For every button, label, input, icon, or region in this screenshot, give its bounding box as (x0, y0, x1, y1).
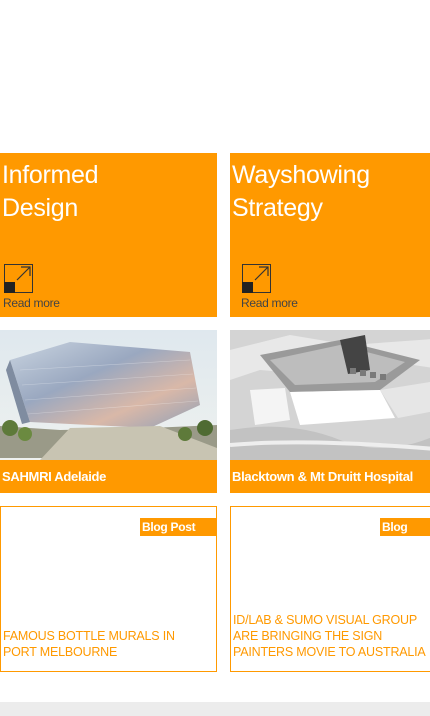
blog-title-line: PAINTERS MOVIE TO AUSTRALIA (233, 645, 426, 659)
blog-post-title[interactable]: ID/LAB & SUMO VISUAL GROUP ARE BRINGING … (233, 612, 430, 660)
read-more-link[interactable]: Read more (241, 296, 298, 310)
tile-title: Informed Design (2, 161, 99, 222)
blog-title-line: ID/LAB & SUMO VISUAL GROUP (233, 613, 417, 627)
project-label[interactable]: Blacktown & Mt Druitt Hospital (230, 460, 430, 493)
project-image-sahmri[interactable] (0, 330, 217, 460)
footer-bar (0, 702, 430, 716)
blog-title-line: PORT MELBOURNE (3, 645, 118, 659)
read-more-link[interactable]: Read more (3, 296, 60, 310)
expand-arrow-icon[interactable] (242, 264, 272, 294)
blog-card[interactable]: Blog Post ID/LAB & SUMO VISUAL GROUP ARE… (230, 506, 430, 672)
blog-card[interactable]: Blog Post FAMOUS BOTTLE MURALS IN PORT M… (0, 506, 217, 672)
tile-title: Wayshowing Strategy (232, 161, 370, 222)
blog-title-line: ARE BRINGING THE SIGN (233, 629, 383, 643)
blog-post-badge: Blog Post (140, 518, 216, 536)
project-image-blacktown[interactable] (230, 330, 430, 460)
expand-arrow-icon[interactable] (4, 264, 34, 294)
blog-post-title[interactable]: FAMOUS BOTTLE MURALS IN PORT MELBOURNE (3, 628, 212, 660)
project-label[interactable]: SAHMRI Adelaide (0, 460, 217, 493)
blog-post-badge: Blog Post (380, 518, 430, 552)
blog-title-line: FAMOUS BOTTLE MURALS IN (3, 629, 175, 643)
